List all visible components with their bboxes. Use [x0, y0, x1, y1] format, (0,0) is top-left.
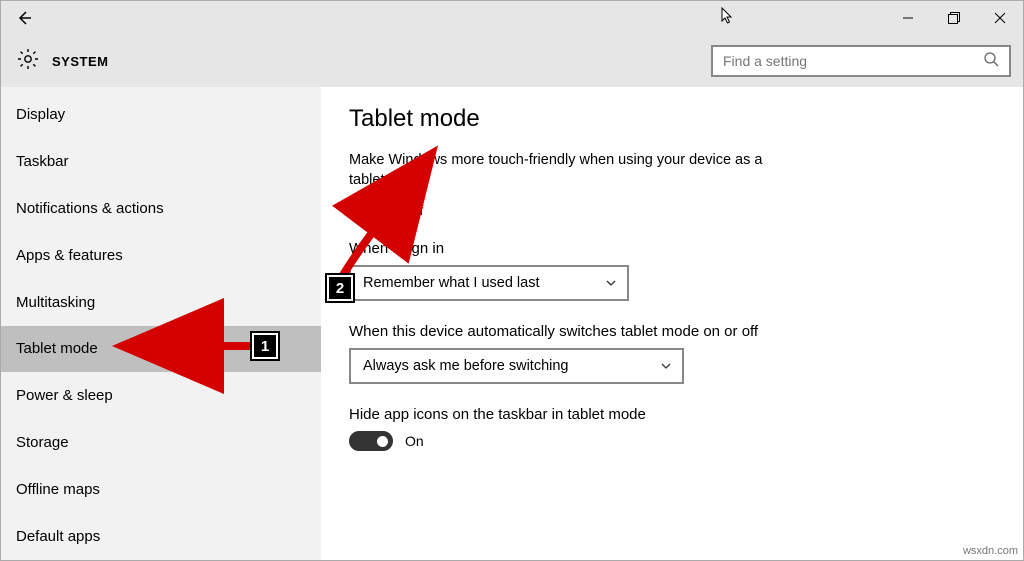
signin-label: When I sign in	[349, 240, 995, 257]
back-button[interactable]	[1, 1, 47, 35]
autoswitch-value: Always ask me before switching	[363, 358, 569, 374]
search-input[interactable]	[723, 53, 963, 69]
maximize-button[interactable]	[931, 1, 977, 35]
sidebar-item-power[interactable]: Power & sleep	[1, 372, 321, 419]
search-icon	[983, 51, 999, 72]
toggle-knob	[354, 205, 365, 216]
titlebar	[1, 1, 1023, 35]
sidebar: Display Taskbar Notifications & actions …	[1, 87, 321, 560]
touch-friendly-row: Off	[349, 200, 995, 220]
autoswitch-label: When this device automatically switches …	[349, 323, 995, 340]
sidebar-item-label: Offline maps	[16, 481, 100, 498]
sidebar-item-label: Notifications & actions	[16, 200, 164, 217]
autoswitch-dropdown[interactable]: Always ask me before switching	[349, 348, 684, 384]
sidebar-item-apps[interactable]: Apps & features	[1, 232, 321, 279]
touch-friendly-label: Make Windows more touch-friendly when us…	[349, 151, 779, 190]
watermark: wsxdn.com	[963, 545, 1018, 557]
sidebar-item-label: Taskbar	[16, 153, 69, 170]
window-controls	[885, 1, 1023, 35]
sidebar-item-tablet-mode[interactable]: Tablet mode	[1, 326, 321, 373]
minimize-button[interactable]	[885, 1, 931, 35]
close-button[interactable]	[977, 1, 1023, 35]
sidebar-item-label: Default apps	[16, 528, 100, 545]
gear-icon	[16, 47, 40, 76]
signin-dropdown[interactable]: Remember what I used last	[349, 265, 629, 301]
chevron-down-icon	[605, 277, 617, 289]
sidebar-item-display[interactable]: Display	[1, 91, 321, 138]
sidebar-item-taskbar[interactable]: Taskbar	[1, 138, 321, 185]
hideicons-toggle[interactable]	[349, 431, 393, 451]
sidebar-item-label: Multitasking	[16, 294, 95, 311]
header: SYSTEM	[1, 35, 1023, 87]
sidebar-item-storage[interactable]: Storage	[1, 419, 321, 466]
header-title: SYSTEM	[52, 54, 108, 69]
touch-friendly-toggle[interactable]	[349, 200, 393, 220]
sidebar-item-label: Apps & features	[16, 247, 123, 264]
sidebar-item-multitasking[interactable]: Multitasking	[1, 279, 321, 326]
sidebar-item-label: Power & sleep	[16, 387, 113, 404]
back-arrow-icon	[15, 9, 33, 27]
chevron-down-icon	[660, 360, 672, 372]
hideicons-label: Hide app icons on the taskbar in tablet …	[349, 406, 995, 423]
sidebar-item-label: Display	[16, 106, 65, 123]
content: Tablet mode Make Windows more touch-frie…	[321, 87, 1023, 560]
page-title: Tablet mode	[349, 105, 995, 133]
touch-friendly-state: Off	[405, 202, 423, 218]
signin-value: Remember what I used last	[363, 275, 540, 291]
sidebar-item-notifications[interactable]: Notifications & actions	[1, 185, 321, 232]
header-left: SYSTEM	[16, 47, 108, 76]
sidebar-item-label: Storage	[16, 434, 69, 451]
mouse-cursor-icon	[721, 7, 735, 30]
hideicons-row: On	[349, 431, 995, 451]
search-box[interactable]	[711, 45, 1011, 77]
body: Display Taskbar Notifications & actions …	[1, 87, 1023, 560]
sidebar-item-label: Tablet mode	[16, 340, 98, 357]
toggle-knob	[377, 436, 388, 447]
sidebar-item-default-apps[interactable]: Default apps	[1, 513, 321, 560]
hideicons-state: On	[405, 433, 424, 449]
sidebar-item-offline-maps[interactable]: Offline maps	[1, 466, 321, 513]
settings-window: SYSTEM Display Taskbar Notifications & a…	[0, 0, 1024, 561]
